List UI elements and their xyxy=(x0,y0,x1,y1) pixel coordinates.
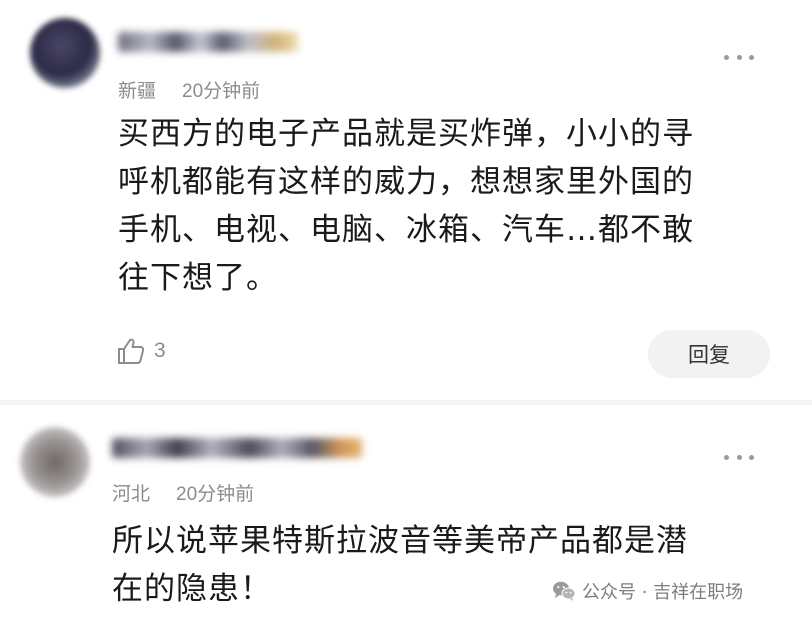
comment-location: 新疆 xyxy=(118,81,157,102)
more-dot xyxy=(736,54,742,60)
like-button[interactable]: 3 xyxy=(116,336,166,366)
comment-time: 20分钟前 xyxy=(176,484,255,505)
comment-meta: 新疆 20分钟前 xyxy=(118,76,260,103)
avatar[interactable] xyxy=(20,427,90,497)
comment-item: 新疆 20分钟前 买西方的电子产品就是买炸弹，小小的寻 呼机都能有这样的威力，想想… xyxy=(0,0,812,400)
wechat-icon xyxy=(553,581,576,601)
more-dots-icon xyxy=(724,54,729,60)
thumbs-up-icon xyxy=(118,338,145,364)
comment-location: 河北 xyxy=(112,484,151,505)
comment-text-line: 买西方的电子产品就是买炸弹，小小的寻 xyxy=(118,116,694,152)
comment-feed: 新疆 20分钟前 买西方的电子产品就是买炸弹，小小的寻 呼机都能有这样的威力，想想… xyxy=(0,0,812,623)
watermark-text: 公众号 · 吉祥在职场 xyxy=(582,582,744,603)
more-dot xyxy=(749,54,754,60)
like-count: 3 xyxy=(154,339,166,362)
comment-text-line: 往下想了。 xyxy=(118,260,278,296)
more-dots-icon xyxy=(724,454,729,460)
comment-text-line: 所以说苹果特斯拉波音等美帝产品都是潜 xyxy=(112,523,688,559)
reply-button[interactable]: 回复 xyxy=(648,330,770,378)
comment-time: 20分钟前 xyxy=(182,81,261,102)
username-blurred[interactable] xyxy=(118,32,298,52)
more-options-button[interactable] xyxy=(724,452,754,462)
comment-text-line: 呼机都能有这样的威力，想想家里外国的 xyxy=(118,164,694,200)
watermark: 公众号 · 吉祥在职场 xyxy=(552,578,743,604)
more-dot xyxy=(736,454,742,460)
avatar[interactable] xyxy=(30,18,100,88)
comment-meta: 河北 20分钟前 xyxy=(112,479,254,506)
username-blurred[interactable] xyxy=(112,438,362,458)
more-options-button[interactable] xyxy=(724,52,754,62)
comment-text: 买西方的电子产品就是买炸弹，小小的寻 呼机都能有这样的威力，想想家里外国的 手机… xyxy=(118,110,778,302)
comment-text-line: 手机、电视、电脑、冰箱、汽车…都不敢 xyxy=(118,212,694,248)
more-dot xyxy=(749,454,754,460)
